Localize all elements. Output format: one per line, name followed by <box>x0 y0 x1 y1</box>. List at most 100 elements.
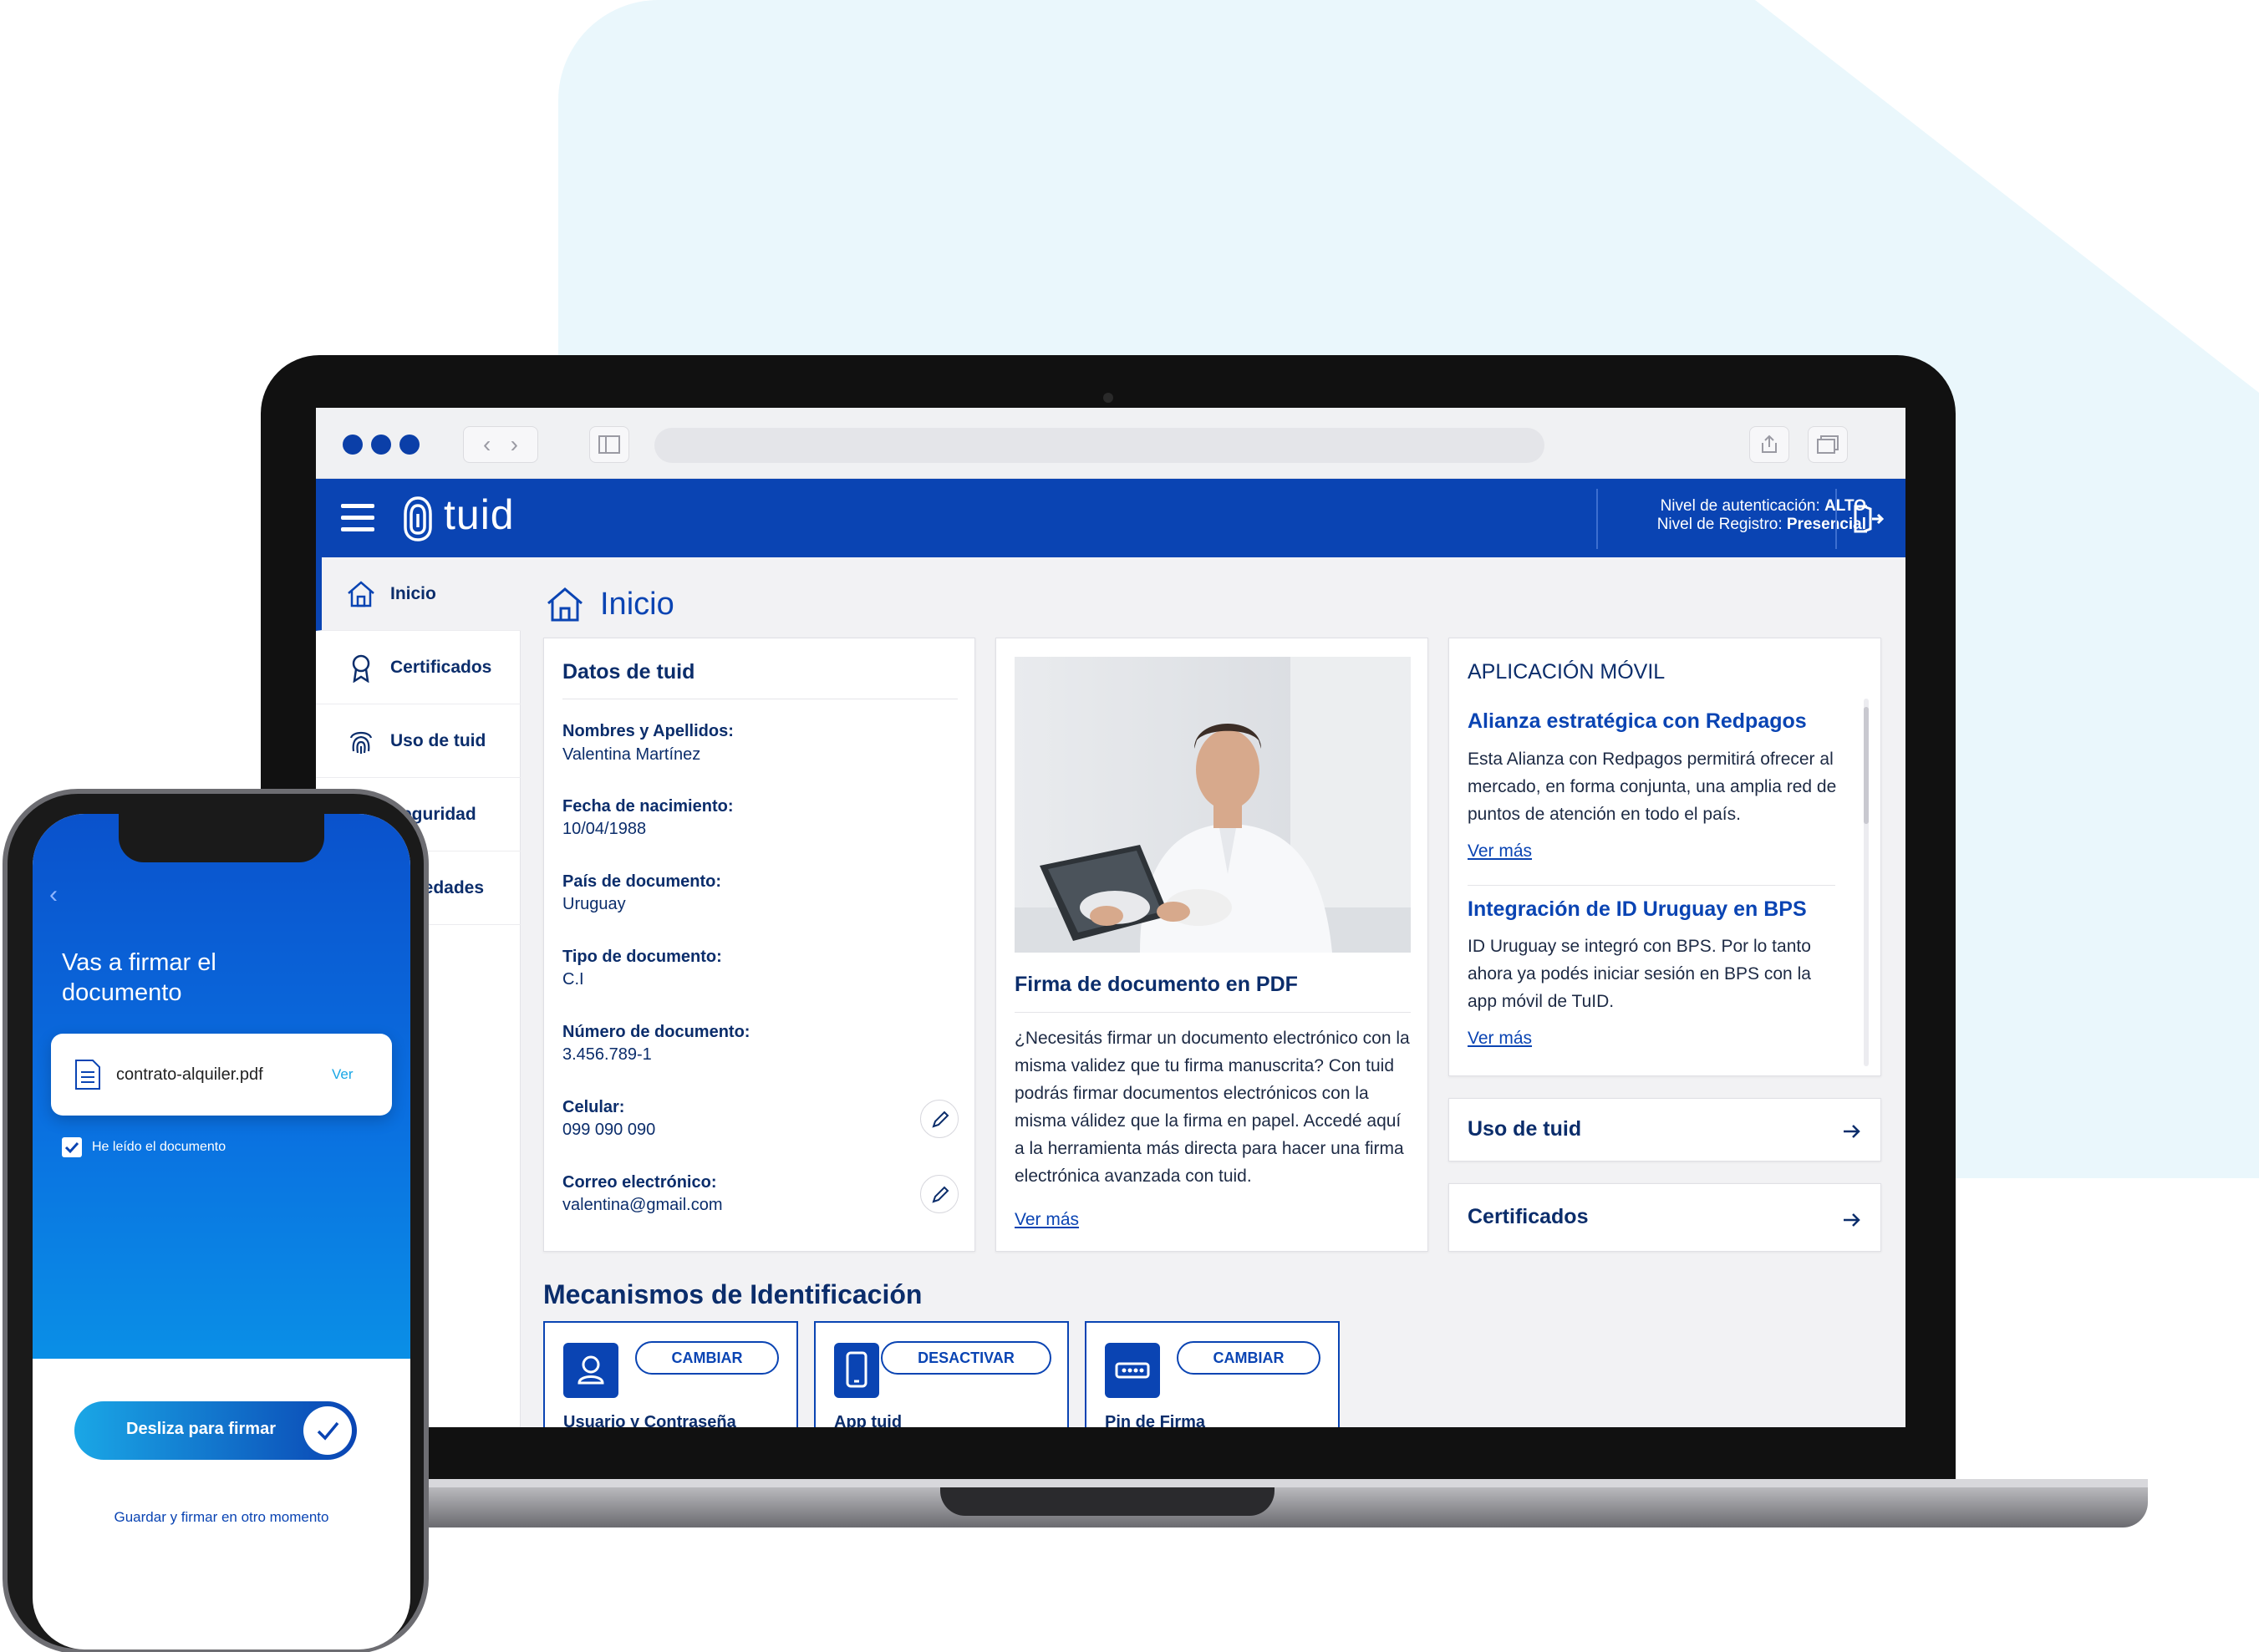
field-value: 10/04/1988 <box>562 820 647 838</box>
field-label: Correo electrónico: <box>562 1173 717 1192</box>
news-scrollbar[interactable] <box>1864 699 1869 1066</box>
news-body: Esta Alianza con Redpagos permitirá ofre… <box>1468 750 1837 824</box>
logout-icon[interactable] <box>1852 504 1884 534</box>
share-button[interactable] <box>1749 426 1789 463</box>
field-label: Fecha de nacimiento: <box>562 797 734 816</box>
mecanismo-icon-box <box>834 1343 879 1398</box>
arrow-right-icon <box>1844 1213 1860 1227</box>
window-minimize-dot[interactable] <box>371 435 391 455</box>
swipe-label: Desliza para firmar <box>126 1420 276 1438</box>
firma-card: Firma de documento en PDF ¿Necesitás fir… <box>995 638 1428 1252</box>
auth-info: Nivel de autenticación: ALTO Nivel de Re… <box>1615 497 1866 534</box>
field-value: valentina@gmail.com <box>562 1196 723 1214</box>
menu-icon[interactable] <box>341 504 374 532</box>
mecanismo-card-app: DESACTIVAR App tuid <box>814 1321 1069 1427</box>
phone-notch <box>119 814 324 862</box>
document-icon <box>75 1060 100 1090</box>
sidebar-item-inicio[interactable]: Inicio <box>316 557 521 631</box>
phone-mockup: ‹ Vas a firmar el documento contrato-alq… <box>3 789 429 1652</box>
field-label: Celular: <box>562 1098 625 1116</box>
window-close-dot[interactable] <box>343 435 363 455</box>
mecanismo-icon-box <box>1105 1343 1160 1398</box>
phone-title: Vas a firmar el documento <box>62 949 216 1006</box>
news-ver-mas-link[interactable]: Ver más <box>1468 1029 1532 1049</box>
phone-screen: ‹ Vas a firmar el documento contrato-alq… <box>33 814 410 1649</box>
save-later-link[interactable]: Guardar y firmar en otro momento <box>33 1509 410 1526</box>
mecanismo-label: Usuario y Contraseña <box>563 1413 736 1427</box>
page-title: Inicio <box>600 587 674 622</box>
field-label: Tipo de documento: <box>562 948 722 966</box>
arrow-right-icon <box>1844 1125 1860 1138</box>
phone-icon <box>846 1351 867 1388</box>
edit-email-button[interactable] <box>920 1175 959 1213</box>
sidebar-toggle-button[interactable] <box>589 426 629 463</box>
read-checkbox[interactable] <box>62 1137 82 1157</box>
firma-card-body: ¿Necesitás firmar un documento electróni… <box>1015 1029 1410 1186</box>
auth-level-label: Nivel de autenticación: <box>1660 497 1825 515</box>
file-card[interactable]: contrato-alquiler.pdf Ver <box>51 1034 392 1116</box>
header-divider-2 <box>1835 489 1837 549</box>
quick-link-label: Certificados <box>1468 1205 1589 1228</box>
tabs-button[interactable] <box>1808 426 1848 463</box>
pin-icon <box>1115 1362 1150 1379</box>
marketing-scene: ‹ › tuid Nivel de autenticación: ALTO Ni… <box>0 0 2259 1652</box>
mecanismo-icon-box <box>563 1343 618 1398</box>
datos-card-title: Datos de tuid <box>562 660 695 684</box>
sidebar-item-uso-de-tuid[interactable]: Uso de tuid <box>316 704 521 778</box>
registry-level-label: Nivel de Registro: <box>1656 516 1787 533</box>
sidebar-item-label: Uso de tuid <box>390 730 486 750</box>
field-value: Uruguay <box>562 895 626 913</box>
back-forward-buttons[interactable]: ‹ › <box>463 426 538 463</box>
fingerprint-icon <box>349 731 373 754</box>
news-title[interactable]: Alianza estratégica con Redpagos <box>1468 709 1807 734</box>
cambiar-password-button[interactable]: CAMBIAR <box>635 1341 779 1375</box>
app-header: tuid Nivel de autenticación: ALTO Nivel … <box>316 479 1905 557</box>
share-icon <box>1762 435 1777 453</box>
laptop-camera <box>1103 393 1113 403</box>
desactivar-app-button[interactable]: DESACTIVAR <box>881 1341 1051 1375</box>
back-icon[interactable]: ‹ <box>483 431 491 458</box>
laptop-notch <box>940 1487 1275 1516</box>
quick-link-certificados[interactable]: Certificados <box>1448 1183 1881 1252</box>
field-value: 099 090 090 <box>562 1121 656 1139</box>
field-label: País de documento: <box>562 872 722 891</box>
address-bar[interactable] <box>654 428 1544 463</box>
edit-phone-button[interactable] <box>920 1100 959 1138</box>
view-file-link[interactable]: Ver <box>332 1066 354 1083</box>
user-icon <box>577 1355 604 1385</box>
man-with-tablet-photo <box>1015 657 1411 953</box>
field-label: Número de documento: <box>562 1023 750 1041</box>
sidebar-item-certificados[interactable]: Certificados <box>316 631 521 704</box>
checkmark-icon <box>64 1141 79 1154</box>
mecanismos-title: Mecanismos de Identificación <box>543 1279 923 1309</box>
mecanismo-card-pin: CAMBIAR Pin de Firma <box>1085 1321 1340 1427</box>
firma-ver-mas-link[interactable]: Ver más <box>1015 1210 1079 1230</box>
news-ver-mas-link[interactable]: Ver más <box>1468 841 1532 862</box>
browser-toolbar: ‹ › <box>316 408 1905 479</box>
cambiar-pin-button[interactable]: CAMBIAR <box>1177 1341 1320 1375</box>
window-maximize-dot[interactable] <box>399 435 420 455</box>
swipe-to-sign-slider[interactable]: Desliza para firmar <box>74 1401 357 1460</box>
datos-card: Datos de tuid Nombres y Apellidos: Valen… <box>543 638 975 1252</box>
news-scrollbar-thumb[interactable] <box>1864 707 1869 824</box>
swipe-knob[interactable] <box>303 1406 352 1455</box>
forward-icon[interactable]: › <box>511 431 518 458</box>
home-icon <box>547 587 583 622</box>
sidebar-item-label: Certificados <box>390 657 492 677</box>
tuid-fingerprint-logo-icon <box>404 496 432 541</box>
field-label: Nombres y Apellidos: <box>562 722 734 740</box>
checkmark-icon <box>317 1421 339 1441</box>
app-movil-title: APLICACIÓN MÓVIL <box>1468 660 1666 684</box>
pencil-icon <box>932 1186 949 1203</box>
divider <box>1015 1012 1411 1013</box>
news-title[interactable]: Integración de ID Uruguay en BPS <box>1468 897 1807 922</box>
quick-link-uso-de-tuid[interactable]: Uso de tuid <box>1448 1098 1881 1161</box>
sidebar-item-label: Inicio <box>390 583 436 603</box>
back-icon[interactable]: ‹ <box>49 881 58 909</box>
tuid-logo-text: tuid <box>444 491 515 538</box>
firma-card-title: Firma de documento en PDF <box>1015 973 1298 996</box>
tabs-icon <box>1817 435 1839 454</box>
news-body: ID Uruguay se integró con BPS. Por lo ta… <box>1468 937 1811 1011</box>
ribbon-icon <box>352 654 370 683</box>
field-value: 3.456.789-1 <box>562 1045 652 1064</box>
